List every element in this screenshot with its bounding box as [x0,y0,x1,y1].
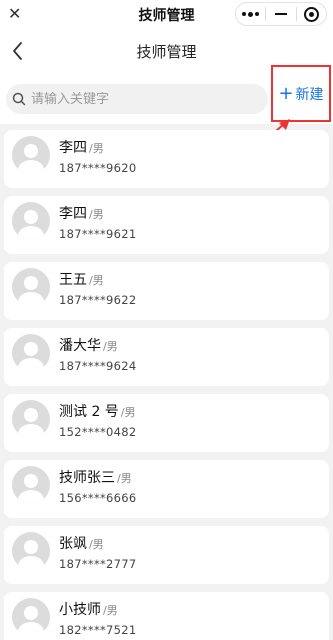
more-dots-icon [242,11,260,17]
new-technician-button[interactable]: + 新建 [271,65,331,122]
exit-button[interactable] [297,3,326,25]
user-avatar-icon [18,408,44,438]
page-title: 技师管理 [136,43,197,61]
technician-phone: 187****9622 [59,293,137,307]
list-item[interactable]: 测试 2 号/男 152****0482 [4,394,329,452]
technician-name-line: 王五/男 [59,269,104,289]
technician-name: 张飒 [59,536,87,552]
technician-phone: 187****9620 [59,161,137,175]
technician-gender: /男 [103,604,118,617]
avatar [12,466,50,504]
technician-name-line: 李四/男 [59,203,104,223]
new-button-label: 新建 [295,86,324,103]
list-item[interactable]: 王五/男 187****9622 [4,262,329,320]
technician-name: 李四 [59,140,87,156]
avatar [12,400,50,438]
technician-name: 王五 [59,272,87,288]
technician-gender: /男 [89,538,104,551]
technician-phone: 152****0482 [59,425,137,439]
avatar [12,268,50,306]
technician-gender: /男 [103,340,118,353]
user-avatar-icon [18,144,44,174]
avatar [12,202,50,240]
technician-phone: 156****6666 [59,491,137,505]
mini-program-titlebar: ✕ 技师管理 [0,0,333,28]
search-box[interactable] [6,84,268,114]
technician-name: 小技师 [59,602,101,618]
list-item[interactable]: 小技师/男 182****7521 [4,592,329,640]
technician-gender: /男 [117,472,132,485]
technician-name: 技师张三 [59,470,115,486]
avatar [12,334,50,372]
technician-phone: 187****2777 [59,557,137,571]
technician-phone: 187****9624 [59,359,137,373]
avatar [12,532,50,570]
technician-name-line: 潘大华/男 [59,335,118,355]
plus-icon: + [278,82,294,104]
user-avatar-icon [18,210,44,240]
avatar [12,598,50,636]
minimize-icon [274,13,287,15]
list-item[interactable]: 张飒/男 187****2777 [4,526,329,584]
list-item[interactable]: 李四/男 187****9621 [4,196,329,254]
exit-target-icon [303,6,319,22]
technician-name: 测试 2 号 [59,404,119,420]
technician-phone: 187****9621 [59,227,137,241]
user-avatar-icon [18,540,44,570]
technician-gender: /男 [89,142,104,155]
user-avatar-icon [18,342,44,372]
list-item[interactable]: 技师张三/男 156****6666 [4,460,329,518]
user-avatar-icon [18,276,44,306]
capsule-menu [235,2,327,26]
avatar [12,136,50,174]
minimize-button[interactable] [266,3,295,25]
user-avatar-icon [18,606,44,636]
technician-name-line: 李四/男 [59,137,104,157]
technician-phone: 182****7521 [59,623,137,637]
more-button[interactable] [236,3,265,25]
technician-name: 李四 [59,206,87,222]
search-icon [12,92,26,106]
list-item[interactable]: 李四/男 187****9620 [4,130,329,188]
technician-name-line: 小技师/男 [59,599,118,619]
technician-name-line: 测试 2 号/男 [59,401,136,421]
technician-name-line: 技师张三/男 [59,467,132,487]
technician-gender: /男 [89,274,104,287]
technician-name: 潘大华 [59,338,101,354]
technician-gender: /男 [89,208,104,221]
user-avatar-icon [18,474,44,504]
search-input[interactable] [31,91,251,107]
list-item[interactable]: 潘大华/男 187****9624 [4,328,329,386]
technician-gender: /男 [120,406,136,419]
technician-name-line: 张飒/男 [59,533,104,553]
